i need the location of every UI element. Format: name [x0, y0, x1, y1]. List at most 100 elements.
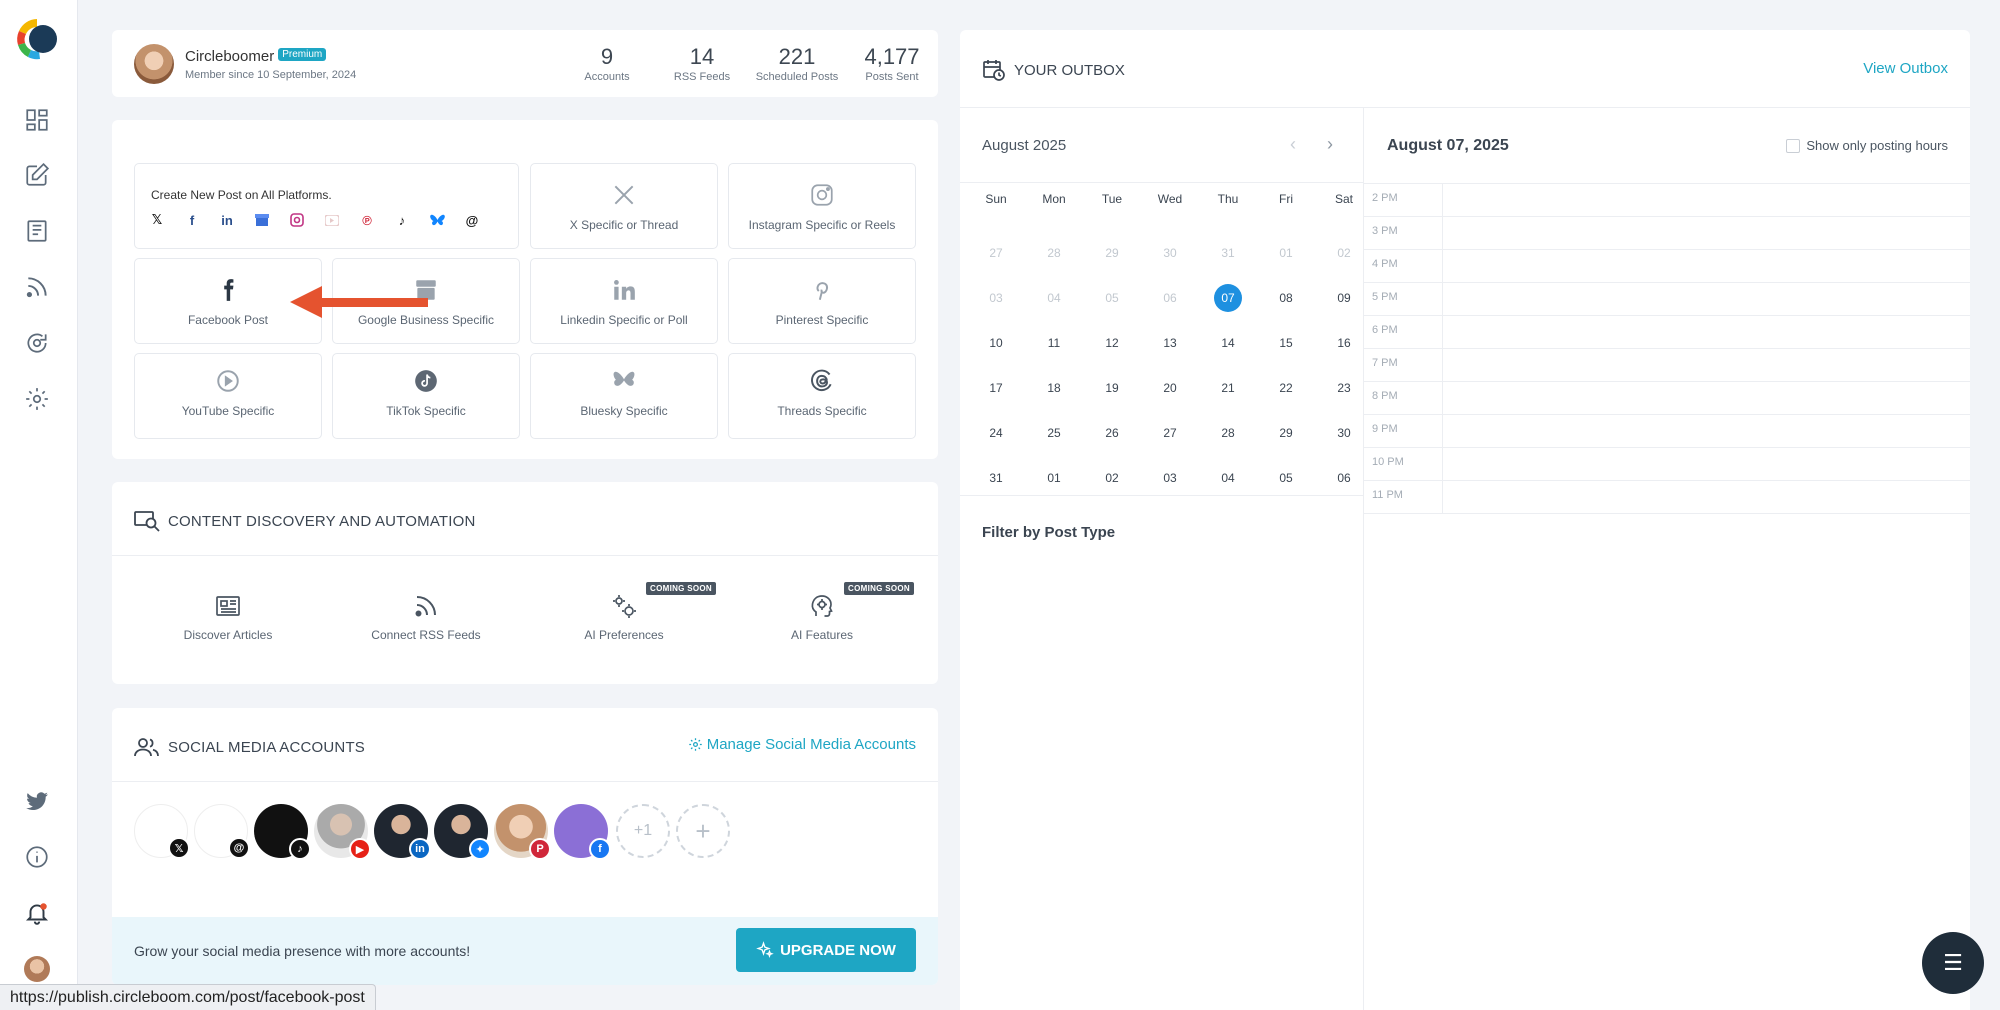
- calendar-day[interactable]: 01: [1272, 239, 1300, 267]
- calendar-day[interactable]: 08: [1272, 284, 1300, 312]
- calendar-day[interactable]: 10: [982, 329, 1010, 357]
- calendar-day[interactable]: 12: [1098, 329, 1126, 357]
- view-outbox-link[interactable]: View Outbox: [1863, 60, 1948, 77]
- hour-slot[interactable]: 6 PM: [1364, 315, 1970, 348]
- hour-slot[interactable]: 10 PM: [1364, 447, 1970, 480]
- newspaper-icon: [148, 592, 308, 622]
- account-avatar-facebook[interactable]: f: [554, 804, 611, 860]
- calendar-day[interactable]: 04: [1214, 464, 1242, 492]
- calendar-day[interactable]: 05: [1098, 284, 1126, 312]
- hour-slot[interactable]: 7 PM: [1364, 348, 1970, 381]
- account-avatar-x[interactable]: 𝕏: [134, 804, 190, 859]
- gear-icon[interactable]: [22, 384, 52, 414]
- x-specific-tile[interactable]: X Specific or Thread: [530, 163, 718, 249]
- calendar-day[interactable]: 03: [982, 284, 1010, 312]
- member-since: Member since 10 September, 2024: [185, 69, 357, 81]
- hour-slot[interactable]: 11 PM: [1364, 480, 1970, 513]
- compose-icon[interactable]: [22, 160, 52, 190]
- calendar-day[interactable]: 03: [1156, 464, 1184, 492]
- threads-specific-tile[interactable]: Threads Specific: [728, 353, 916, 439]
- hour-slot[interactable]: 5 PM: [1364, 282, 1970, 315]
- calendar-day[interactable]: 30: [1156, 239, 1184, 267]
- create-all-platforms-tile[interactable]: Create New Post on All Platforms. 𝕏 f in…: [134, 163, 519, 249]
- calendar-day[interactable]: 28: [1214, 419, 1242, 447]
- calendar-day[interactable]: 17: [982, 374, 1010, 402]
- calendar-day[interactable]: 02: [1330, 239, 1358, 267]
- hour-slot[interactable]: 9 PM: [1364, 414, 1970, 447]
- calendar-day[interactable]: 13: [1156, 329, 1184, 357]
- divider: [1442, 481, 1443, 513]
- calendar-day[interactable]: 25: [1040, 419, 1068, 447]
- twitter-bird-icon[interactable]: [22, 786, 52, 816]
- calendar-day[interactable]: 14: [1214, 329, 1242, 357]
- calendar-day[interactable]: 07: [1214, 284, 1242, 312]
- account-avatar-youtube[interactable]: ▶: [314, 804, 371, 860]
- menu-fab-button[interactable]: ☰: [1922, 932, 1984, 994]
- stat-label: Accounts: [584, 71, 630, 83]
- calendar-day[interactable]: 27: [982, 239, 1010, 267]
- calendar-day[interactable]: 30: [1330, 419, 1358, 447]
- dashboard-icon[interactable]: [22, 105, 52, 135]
- connect-rss-item[interactable]: Connect RSS Feeds: [346, 592, 506, 642]
- ai-preferences-item[interactable]: AI Preferences: [544, 592, 704, 642]
- calendar-day[interactable]: 29: [1098, 239, 1126, 267]
- calendar-day[interactable]: 22: [1272, 374, 1300, 402]
- calendar-day[interactable]: 27: [1156, 419, 1184, 447]
- calendar-day[interactable]: 06: [1156, 284, 1184, 312]
- hour-slot[interactable]: 3 PM: [1364, 216, 1970, 249]
- calendar-day[interactable]: 02: [1098, 464, 1126, 492]
- discover-articles-item[interactable]: Discover Articles: [148, 592, 308, 642]
- calendar-day[interactable]: 06: [1330, 464, 1358, 492]
- automation-icon[interactable]: [22, 328, 52, 358]
- hour-slot[interactable]: 2 PM: [1364, 183, 1970, 216]
- calendar-day[interactable]: 31: [1214, 239, 1242, 267]
- calendar-day[interactable]: 21: [1214, 374, 1242, 402]
- more-accounts-counter[interactable]: +1: [616, 804, 670, 858]
- account-avatar-threads[interactable]: @: [194, 804, 250, 859]
- calendar-day[interactable]: 09: [1330, 284, 1358, 312]
- info-icon[interactable]: [22, 842, 52, 872]
- rss-icon[interactable]: [22, 272, 52, 302]
- add-account-button[interactable]: +: [676, 804, 730, 858]
- calendar-day[interactable]: 23: [1330, 374, 1358, 402]
- notification-bell-icon[interactable]: [22, 898, 52, 928]
- calendar-day[interactable]: 24: [982, 419, 1010, 447]
- calendar-day[interactable]: 26: [1098, 419, 1126, 447]
- instagram-specific-tile[interactable]: Instagram Specific or Reels: [728, 163, 916, 249]
- account-avatar-bluesky[interactable]: ✦: [434, 804, 491, 860]
- next-month-button[interactable]: ›: [1327, 134, 1333, 155]
- calendar-day[interactable]: 29: [1272, 419, 1300, 447]
- divider: [1364, 513, 1970, 514]
- calendar-day[interactable]: 19: [1098, 374, 1126, 402]
- user-avatar[interactable]: [24, 956, 50, 982]
- calendar-day[interactable]: 28: [1040, 239, 1068, 267]
- calendar-day[interactable]: 01: [1040, 464, 1068, 492]
- account-avatar-tiktok[interactable]: ♪: [254, 804, 311, 860]
- hour-slot[interactable]: 8 PM: [1364, 381, 1970, 414]
- upgrade-now-button[interactable]: UPGRADE NOW: [736, 928, 916, 972]
- calendar-day[interactable]: 18: [1040, 374, 1068, 402]
- articles-icon[interactable]: [22, 216, 52, 246]
- ai-features-item[interactable]: AI Features: [742, 592, 902, 642]
- pinterest-specific-tile[interactable]: Pinterest Specific: [728, 258, 916, 344]
- prev-month-button[interactable]: ‹: [1290, 134, 1296, 155]
- account-avatar-linkedin[interactable]: in: [374, 804, 431, 860]
- manage-accounts-link[interactable]: Manage Social Media Accounts: [688, 736, 916, 753]
- calendar-day[interactable]: 15: [1272, 329, 1300, 357]
- hour-slot[interactable]: 4 PM: [1364, 249, 1970, 282]
- bluesky-specific-tile[interactable]: Bluesky Specific: [530, 353, 718, 439]
- calendar-day[interactable]: 04: [1040, 284, 1068, 312]
- show-posting-hours-checkbox[interactable]: Show only posting hours: [1786, 138, 1948, 153]
- calendar-day[interactable]: 20: [1156, 374, 1184, 402]
- circleboom-logo[interactable]: [12, 14, 62, 64]
- linkedin-specific-tile[interactable]: Linkedin Specific or Poll: [530, 258, 718, 344]
- pinterest-icon: P: [529, 838, 551, 860]
- account-avatar-pinterest[interactable]: P: [494, 804, 551, 860]
- tiktok-specific-tile[interactable]: TikTok Specific: [332, 353, 520, 439]
- calendar-day[interactable]: 31: [982, 464, 1010, 492]
- checkbox-box[interactable]: [1786, 138, 1801, 153]
- calendar-day[interactable]: 11: [1040, 329, 1068, 357]
- calendar-day[interactable]: 16: [1330, 329, 1358, 357]
- youtube-specific-tile[interactable]: YouTube Specific: [134, 353, 322, 439]
- calendar-day[interactable]: 05: [1272, 464, 1300, 492]
